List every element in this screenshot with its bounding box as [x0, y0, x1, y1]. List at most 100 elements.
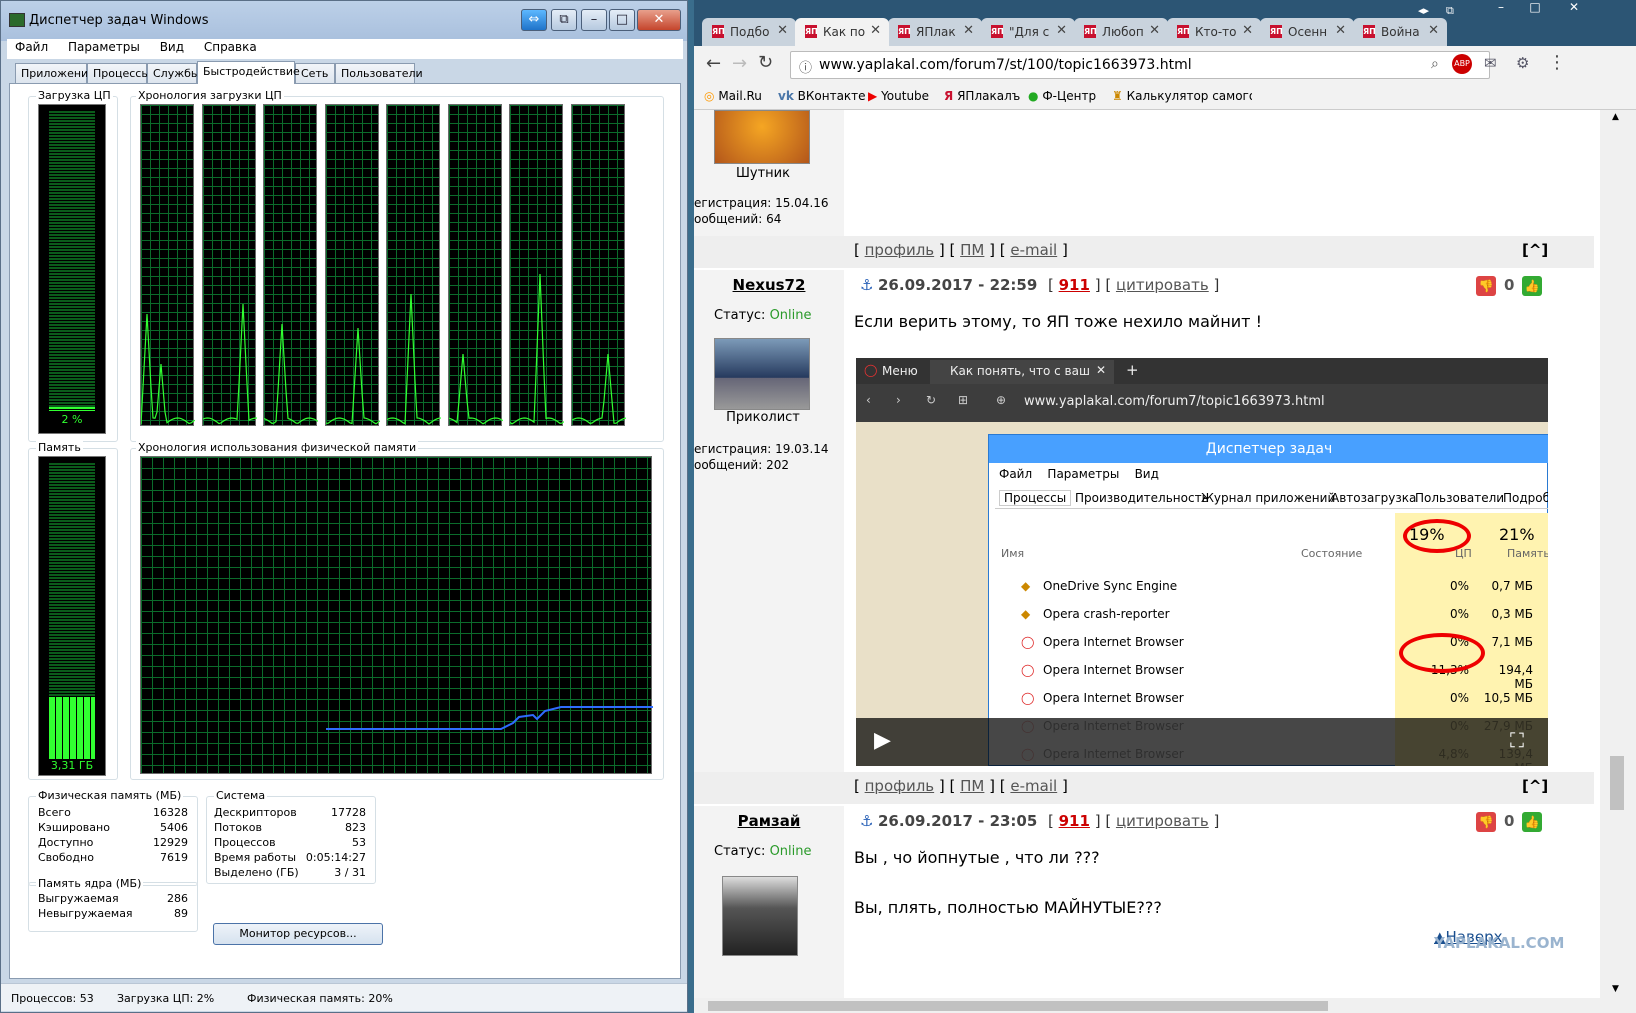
menu-icon[interactable]: ⋮ — [1548, 52, 1566, 73]
window-title: Диспетчер задач Windows — [29, 13, 209, 28]
tab-performance[interactable]: Быстродействие — [197, 61, 300, 84]
forward-icon[interactable]: → — [732, 53, 747, 74]
stat-value: 17728 — [331, 806, 366, 819]
maximize-button[interactable]: □ — [609, 9, 635, 31]
browser-tab[interactable]: ЯП ЯПлак ✕ — [888, 18, 982, 46]
tab-close-icon[interactable]: ✕ — [870, 23, 881, 38]
status-bar: Процессов: 53 Загрузка ЦП: 2% Физическая… — [1, 983, 687, 1011]
email-link[interactable]: e-mail — [1010, 777, 1057, 795]
bookmark-vk[interactable]: vk ВКонтакте — [778, 89, 866, 103]
post1-username[interactable]: Nexus72 — [694, 276, 844, 294]
adblock-icon[interactable]: ABP — [1452, 54, 1472, 74]
menu-help[interactable]: Справка — [196, 39, 265, 55]
menu-file[interactable]: Файл — [7, 39, 56, 55]
quote-link[interactable]: цитировать — [1116, 276, 1209, 294]
browser-tab[interactable]: ЯП "Для с ✕ — [981, 18, 1075, 46]
fullscreen-icon[interactable]: ⛶ — [1510, 728, 1524, 752]
vertical-scrollbar[interactable]: ▲ ▼ — [1600, 110, 1636, 998]
profile-link[interactable]: профиль — [865, 777, 935, 795]
embedded-new-tab-icon: + — [1126, 361, 1139, 379]
tab-close-icon[interactable]: ✕ — [1335, 23, 1346, 38]
post2-text-line1: Вы , чо йопнутые , что ли ??? — [854, 848, 1100, 867]
tab-close-icon[interactable]: ✕ — [1149, 23, 1160, 38]
vote-up-icon[interactable]: 👍 — [1522, 276, 1542, 296]
yaplakal-favicon-icon: ЯП — [712, 25, 725, 38]
embedded-process-row: ◆ Opera crash-reporter 0% 0,3 МБ — [989, 603, 1548, 629]
quote-link[interactable]: цитировать — [1116, 812, 1209, 830]
scroll-down-icon[interactable]: ▼ — [1612, 984, 1619, 994]
info-icon[interactable]: ⓘ — [799, 57, 812, 76]
resource-monitor-button[interactable]: Монитор ресурсов... — [213, 923, 383, 945]
scroll-top-link[interactable]: [^] — [1522, 241, 1548, 259]
play-icon[interactable]: ▶ — [874, 728, 891, 753]
browser-tab[interactable]: ЯП Война ✕ — [1353, 18, 1447, 46]
scroll-up-icon[interactable]: ▲ — [1612, 112, 1619, 122]
tab-network[interactable]: Сеть — [295, 63, 335, 83]
browser-tab[interactable]: ЯП Любоп ✕ — [1074, 18, 1168, 46]
bookmark-calculator[interactable]: ♜ Калькулятор самого — [1112, 89, 1252, 103]
anchor-icon[interactable]: ⚓ — [860, 276, 873, 294]
switch-window-icon[interactable]: ⧉ — [1446, 4, 1466, 18]
vote-down-icon[interactable]: 👎 — [1476, 276, 1496, 296]
bookmark-fcenter[interactable]: ● Ф-Центр — [1028, 89, 1096, 103]
tab-title: Как по — [823, 25, 866, 39]
browser-tab[interactable]: ЯП Осенн ✕ — [1260, 18, 1354, 46]
tab-search-icon[interactable]: ◂▸ — [1418, 4, 1438, 18]
minimize-button[interactable]: – — [581, 9, 607, 31]
email-link[interactable]: e-mail — [1010, 241, 1057, 259]
close-button[interactable]: ✕ — [637, 9, 681, 31]
maximize-button[interactable]: □ — [1520, 0, 1550, 20]
yaplakal-favicon-icon: ЯП — [805, 25, 818, 38]
menu-options[interactable]: Параметры — [60, 39, 148, 55]
tab-close-icon[interactable]: ✕ — [1056, 23, 1067, 38]
extension-badge-icon[interactable]: ⚙ — [1516, 54, 1529, 72]
scroll-thumb[interactable] — [1610, 756, 1624, 810]
embedded-video[interactable]: ◯ Меню Как понять, что с вашего ✕ + ‹ › … — [856, 358, 1548, 766]
vote-down-icon[interactable]: 👎 — [1476, 812, 1496, 832]
horizontal-scrollbar[interactable] — [694, 998, 1636, 1013]
tab-processes[interactable]: Процессы — [87, 63, 150, 83]
hscroll-thumb[interactable] — [708, 1001, 1328, 1011]
embedded-task-manager: Диспетчер задач Файл Параметры Вид Проце… — [988, 434, 1548, 766]
post2-username[interactable]: Рамзай — [694, 812, 844, 830]
post-number-link[interactable]: 911 — [1059, 812, 1090, 830]
browser-tab[interactable]: ЯП Как по ✕ — [795, 18, 889, 46]
close-button[interactable]: ✕ — [1554, 0, 1594, 20]
minimize-button[interactable]: – — [1486, 0, 1516, 20]
app-icon: ◆ — [1021, 607, 1031, 621]
browser-tab[interactable]: ЯП Подбо ✕ — [702, 18, 796, 46]
bookmark-yaplakal[interactable]: Я ЯПлакалъ — [944, 89, 1020, 103]
embedded-mem-total: 21% — [1499, 525, 1535, 544]
memory-meter: 3,31 ГБ — [38, 456, 106, 776]
anchor-icon[interactable]: ⚓ — [860, 812, 873, 830]
tab-title: Война — [1381, 25, 1420, 39]
tab-services[interactable]: Службы — [147, 63, 200, 83]
tab-close-icon[interactable]: ✕ — [963, 23, 974, 38]
zoom-icon[interactable]: ⌕ — [1431, 56, 1439, 72]
back-icon[interactable]: ← — [706, 53, 721, 74]
post-number-link[interactable]: 911 — [1059, 276, 1090, 294]
menu-view[interactable]: Вид — [152, 39, 192, 55]
address-bar[interactable]: ⓘ www.yaplakal.com/forum7/st/100/topic16… — [790, 51, 1490, 79]
extension-icon[interactable]: ✉ — [1484, 54, 1497, 72]
pm-link[interactable]: ПМ — [960, 241, 984, 259]
profile-link[interactable]: профиль — [865, 241, 935, 259]
pm-link[interactable]: ПМ — [960, 777, 984, 795]
cpu-core-line — [510, 273, 564, 425]
browser-tab[interactable]: ЯП Кто-то ✕ — [1167, 18, 1261, 46]
tab-applications[interactable]: Приложения — [15, 63, 95, 83]
restore-icon[interactable]: ⧉ — [551, 9, 577, 31]
tab-users[interactable]: Пользователи — [335, 63, 423, 83]
tab-close-icon[interactable]: ✕ — [777, 23, 788, 38]
stat-label: Кэшировано — [38, 821, 110, 834]
switch-window-icon[interactable]: ⇔ — [521, 9, 547, 31]
embedded-process-mem: 0,3 МБ — [1491, 607, 1533, 621]
tab-close-icon[interactable]: ✕ — [1428, 23, 1439, 38]
reload-icon[interactable]: ↻ — [758, 52, 773, 73]
scroll-top-link[interactable]: [^] — [1522, 777, 1548, 795]
stat-value: 0:05:14:27 — [305, 851, 366, 864]
bookmark-youtube[interactable]: ▶ Youtube — [868, 89, 929, 103]
vote-up-icon[interactable]: 👍 — [1522, 812, 1542, 832]
bookmark-mailru[interactable]: ◎ Mail.Ru — [704, 89, 762, 103]
tab-close-icon[interactable]: ✕ — [1242, 23, 1253, 38]
